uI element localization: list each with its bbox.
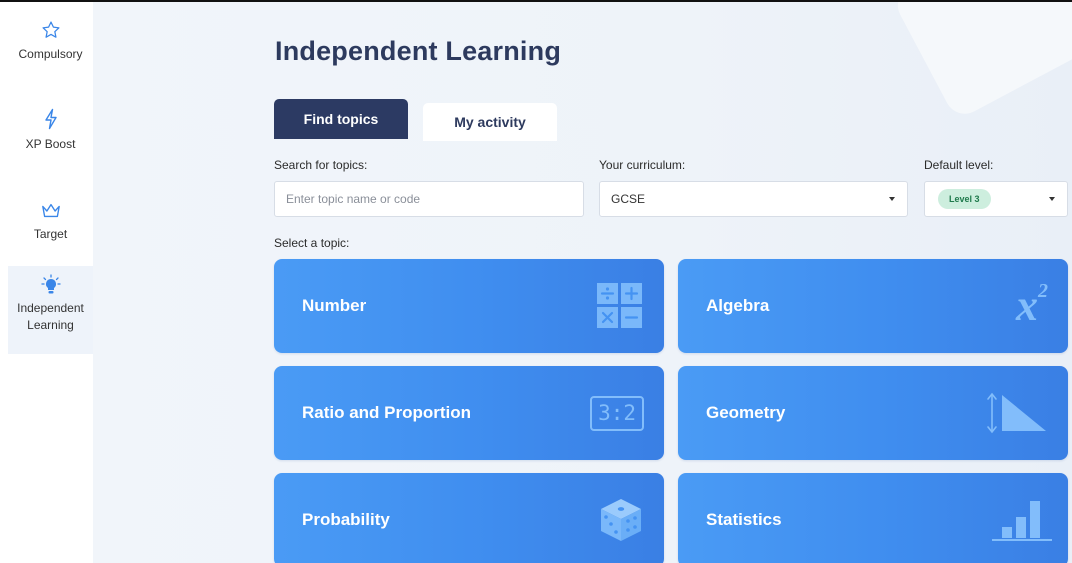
search-field [274, 181, 584, 217]
lightning-icon [43, 104, 59, 130]
page-title: Independent Learning [275, 36, 562, 66]
topic-card-algebra[interactable]: Algebra x 2 [678, 259, 1068, 353]
decorative-shape [890, 2, 1072, 121]
topic-label: Ratio and Proportion [302, 403, 472, 422]
topic-card-geometry[interactable]: Geometry [678, 366, 1068, 460]
select-topic-label: Select a topic: [274, 236, 350, 250]
default-level-label: Default level: [924, 158, 994, 172]
lightbulb-icon [40, 270, 61, 296]
topic-label: Number [302, 296, 367, 315]
star-icon [41, 14, 61, 40]
sidebar-item-target[interactable]: Target [8, 194, 93, 243]
main-content: Independent Learning Find topics My acti… [93, 2, 1072, 563]
find-topics-panel: Search for topics: Your curriculum: GCSE… [274, 139, 1072, 563]
search-input[interactable] [275, 182, 583, 216]
sidebar-item-independent-learning[interactable]: Independent Learning [8, 266, 93, 354]
sidebar-item-label: Target [33, 227, 68, 241]
topic-label: Geometry [706, 403, 786, 422]
topic-card-ratio-and-proportion[interactable]: Ratio and Proportion 3:2 [274, 366, 664, 460]
icon-exponent: 2 [1038, 280, 1048, 302]
sidebar-item-compulsory[interactable]: Compulsory [8, 14, 93, 63]
sidebar-item-label: XP Boost [25, 137, 76, 151]
operators-icon [596, 282, 644, 330]
topic-label: Algebra [706, 296, 770, 315]
default-level-select[interactable]: Level 3 [924, 181, 1068, 217]
ratio-icon: 3:2 [590, 395, 644, 431]
icon-variable: x [1016, 281, 1038, 330]
curriculum-value: GCSE [611, 192, 646, 206]
sidebar-item-xp-boost[interactable]: XP Boost [8, 104, 93, 153]
topic-label: Statistics [706, 510, 782, 529]
crown-icon [41, 194, 61, 220]
topic-label: Probability [302, 510, 390, 529]
tab-find-topics[interactable]: Find topics [274, 99, 408, 139]
dice-icon [598, 497, 644, 543]
search-label: Search for topics: [274, 158, 368, 172]
sidebar-item-label-line1: Independent [17, 301, 84, 315]
curriculum-label: Your curriculum: [599, 158, 686, 172]
x-squared-icon: x 2 [1016, 280, 1048, 330]
ratio-icon-text: 3:2 [590, 395, 644, 431]
topic-card-statistics[interactable]: Statistics [678, 473, 1068, 563]
chevron-down-icon [1049, 197, 1055, 201]
topic-card-probability[interactable]: Probability [274, 473, 664, 563]
sidebar-item-label-line2: Learning [27, 318, 74, 332]
bar-chart-icon [990, 497, 1054, 543]
chevron-down-icon [889, 197, 895, 201]
topic-card-number[interactable]: Number [274, 259, 664, 353]
tab-my-activity[interactable]: My activity [423, 103, 557, 141]
sidebar-item-label: Compulsory [18, 47, 83, 61]
sidebar: Compulsory XP Boost Target Independent L… [0, 2, 93, 563]
level-badge: Level 3 [938, 189, 991, 209]
curriculum-select[interactable]: GCSE [599, 181, 908, 217]
triangle-ruler-icon [986, 391, 1048, 435]
